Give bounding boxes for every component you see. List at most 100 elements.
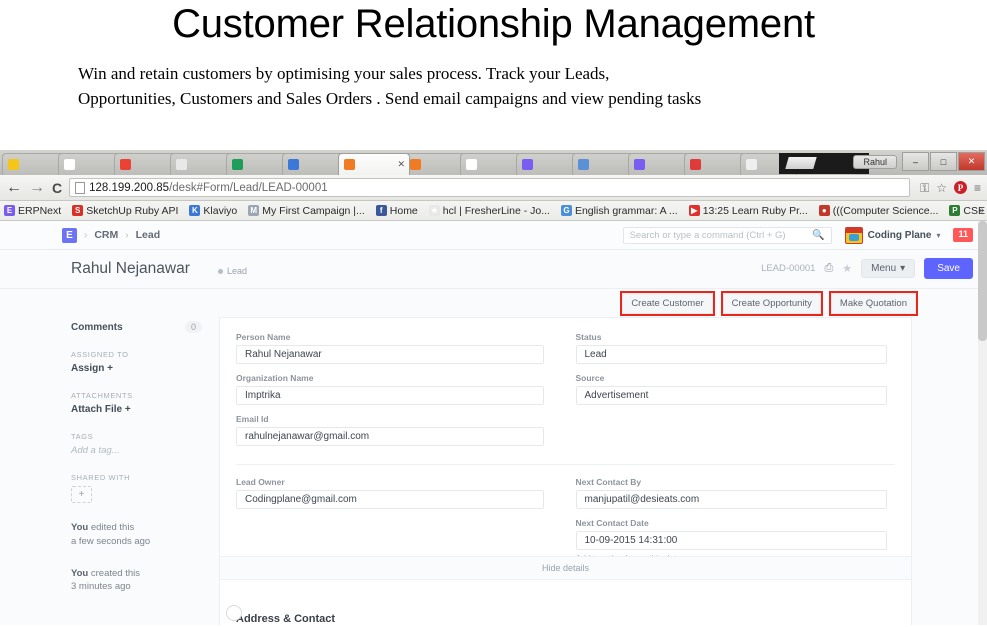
field-input[interactable]: rahulnejanawar@gmail.com <box>236 427 544 446</box>
reload-icon[interactable]: C <box>52 180 62 196</box>
action-button[interactable]: Make Quotation <box>830 293 916 314</box>
close-icon[interactable]: ✕ <box>958 152 985 171</box>
tab-favicon-icon <box>288 159 299 170</box>
minimize-icon[interactable]: – <box>902 152 929 171</box>
status-badge: Lead <box>218 266 247 276</box>
field-label: Next Contact By <box>575 477 642 487</box>
print-icon[interactable]: ⎙ <box>824 262 833 275</box>
browser-tab[interactable] <box>516 153 578 175</box>
bookmark-item[interactable]: ★ hcl | FresherLine - Jo... <box>428 205 550 217</box>
field-input[interactable]: Imptrika <box>236 386 544 405</box>
menu-button[interactable]: Menu ▾ <box>861 259 916 278</box>
breadcrumb-item-crm[interactable]: CRM <box>94 229 118 241</box>
erpnext-app: E › CRM › Lead Search or type a command … <box>0 221 987 625</box>
field-input[interactable]: Codingplane@gmail.com <box>236 490 544 509</box>
tab-close-icon[interactable]: ✕ <box>397 159 405 170</box>
window-user-label[interactable]: Rahul <box>853 154 897 169</box>
page-scrollbar[interactable] <box>978 221 987 625</box>
help-icon[interactable] <box>226 605 242 621</box>
bookmark-item[interactable]: M My First Campaign |... <box>248 205 365 217</box>
slide-header: Customer Relationship Management Win and… <box>0 0 987 150</box>
field-label: Next Contact Date <box>575 518 649 528</box>
action-button[interactable]: Create Customer <box>622 293 713 314</box>
form-column-right: Status Lead Source Advertisement <box>566 332 912 455</box>
bookmark-item[interactable]: E ERPNext <box>4 205 61 217</box>
field-input[interactable]: manjupatil@desieats.com <box>575 490 887 509</box>
bookmarks-overflow-icon[interactable]: » <box>978 205 984 216</box>
browser-tab[interactable] <box>684 153 746 175</box>
browser-tab[interactable] <box>170 153 232 175</box>
bookmark-label: SketchUp Ruby API <box>86 204 179 217</box>
attach-file-button[interactable]: Attach File + <box>71 404 219 415</box>
url-host: 128.199.200.85 <box>89 181 170 194</box>
address-bar[interactable]: 128.199.200.85/desk#Form/Lead/LEAD-00001 <box>69 178 911 197</box>
user-menu[interactable]: Coding Plane ▾ <box>844 226 940 244</box>
browser-tab[interactable] <box>226 153 288 175</box>
browser-tab-strip: ✕ Rahul – □ ✕ <box>0 150 987 175</box>
edited-what: edited this <box>88 522 135 533</box>
field-input[interactable]: Rahul Nejanawar <box>236 345 544 364</box>
browser-tab[interactable] <box>628 153 690 175</box>
edited-when: a few seconds ago <box>71 535 151 547</box>
breadcrumb-item-lead[interactable]: Lead <box>136 229 161 241</box>
bookmark-item[interactable]: S SketchUp Ruby API <box>72 205 178 217</box>
tab-favicon-icon <box>410 159 421 170</box>
bookmark-favicon-icon: ▶ <box>688 205 700 216</box>
erpnext-logo-icon[interactable]: E <box>62 227 77 243</box>
bookmark-item[interactable]: f Home <box>375 205 418 217</box>
scrollbar-thumb[interactable] <box>978 221 987 341</box>
bookmark-list: E ERPNext S SketchUp Ruby API K Klaviyo M My Fi… <box>4 205 987 217</box>
url-path: /desk#Form/Lead/LEAD-00001 <box>169 181 328 194</box>
assign-button[interactable]: Assign + <box>71 363 219 374</box>
maximize-icon[interactable]: □ <box>930 152 957 171</box>
comments-row[interactable]: Comments 0 <box>71 321 202 333</box>
shared-with-label: SHARED WITH <box>71 473 131 482</box>
bookmark-favicon-icon: G <box>560 205 572 216</box>
field-input[interactable]: Advertisement <box>575 386 887 405</box>
save-button[interactable]: Save <box>924 258 973 279</box>
document-name[interactable]: Rahul Nejanawar <box>71 260 190 278</box>
bookmark-item[interactable]: ▶ 13:25 Learn Ruby Pr... <box>688 205 808 217</box>
bookmark-item[interactable]: K Klaviyo <box>189 205 237 217</box>
avatar <box>844 226 863 244</box>
navbar-right: Search or type a command (Ctrl + G) 🔍 Co… <box>622 226 973 244</box>
annotation-highlight-box: Make Quotation <box>828 291 918 316</box>
annotation-highlight-box: Create Opportunity <box>720 291 823 316</box>
browser-tab[interactable] <box>282 153 344 175</box>
browser-tab[interactable] <box>58 153 120 175</box>
browser-tab[interactable] <box>572 153 634 175</box>
search-input[interactable]: Search or type a command (Ctrl + G) 🔍 <box>622 226 832 244</box>
form-field: Organization Name Imptrika <box>236 373 544 405</box>
browser-tab[interactable] <box>460 153 522 175</box>
window-controls[interactable]: Rahul – □ ✕ <box>853 152 985 171</box>
key-icon[interactable]: ⚿ <box>920 182 929 194</box>
tab-favicon-icon <box>690 159 701 170</box>
bookmark-favicon-icon: E <box>4 205 15 216</box>
action-button[interactable]: Create Opportunity <box>722 293 821 314</box>
favorite-star-icon[interactable]: ★ <box>842 262 852 275</box>
search-icon[interactable]: 🔍 <box>812 230 824 241</box>
browser-tab[interactable] <box>114 153 176 175</box>
created-what: created this <box>88 567 140 579</box>
hide-details-toggle[interactable]: Hide details <box>220 556 911 580</box>
pinterest-icon[interactable]: P <box>953 181 967 194</box>
field-input[interactable]: 10-09-2015 14:31:00 <box>575 531 887 550</box>
bookmark-star-icon[interactable]: ☆ <box>936 182 947 194</box>
field-input[interactable]: Lead <box>575 345 887 364</box>
url-text: 128.199.200.85/desk#Form/Lead/LEAD-00001 <box>89 182 328 194</box>
document-sidebar: Comments 0 ASSIGNED TO Assign + ATTACHME… <box>0 317 220 625</box>
browser-tab[interactable]: ✕ <box>338 153 410 175</box>
edited-note: You edited this a few seconds ago <box>71 521 219 549</box>
share-add-button[interactable]: + <box>71 486 92 503</box>
browser-tab[interactable] <box>2 153 64 175</box>
bookmark-item[interactable]: G English grammar: A ... <box>560 205 678 217</box>
chrome-menu-icon[interactable]: ≡ <box>974 182 981 194</box>
edited-who: You <box>71 522 89 533</box>
add-tag-input[interactable]: Add a tag... <box>71 445 219 456</box>
back-icon[interactable]: ← <box>6 179 22 196</box>
notification-badge[interactable]: 11 <box>953 228 973 242</box>
bookmark-item[interactable]: ● (((Computer Science... <box>818 205 938 217</box>
forward-icon[interactable]: → <box>29 179 45 196</box>
browser-tab[interactable] <box>404 153 466 175</box>
status-label: Lead <box>227 266 248 276</box>
